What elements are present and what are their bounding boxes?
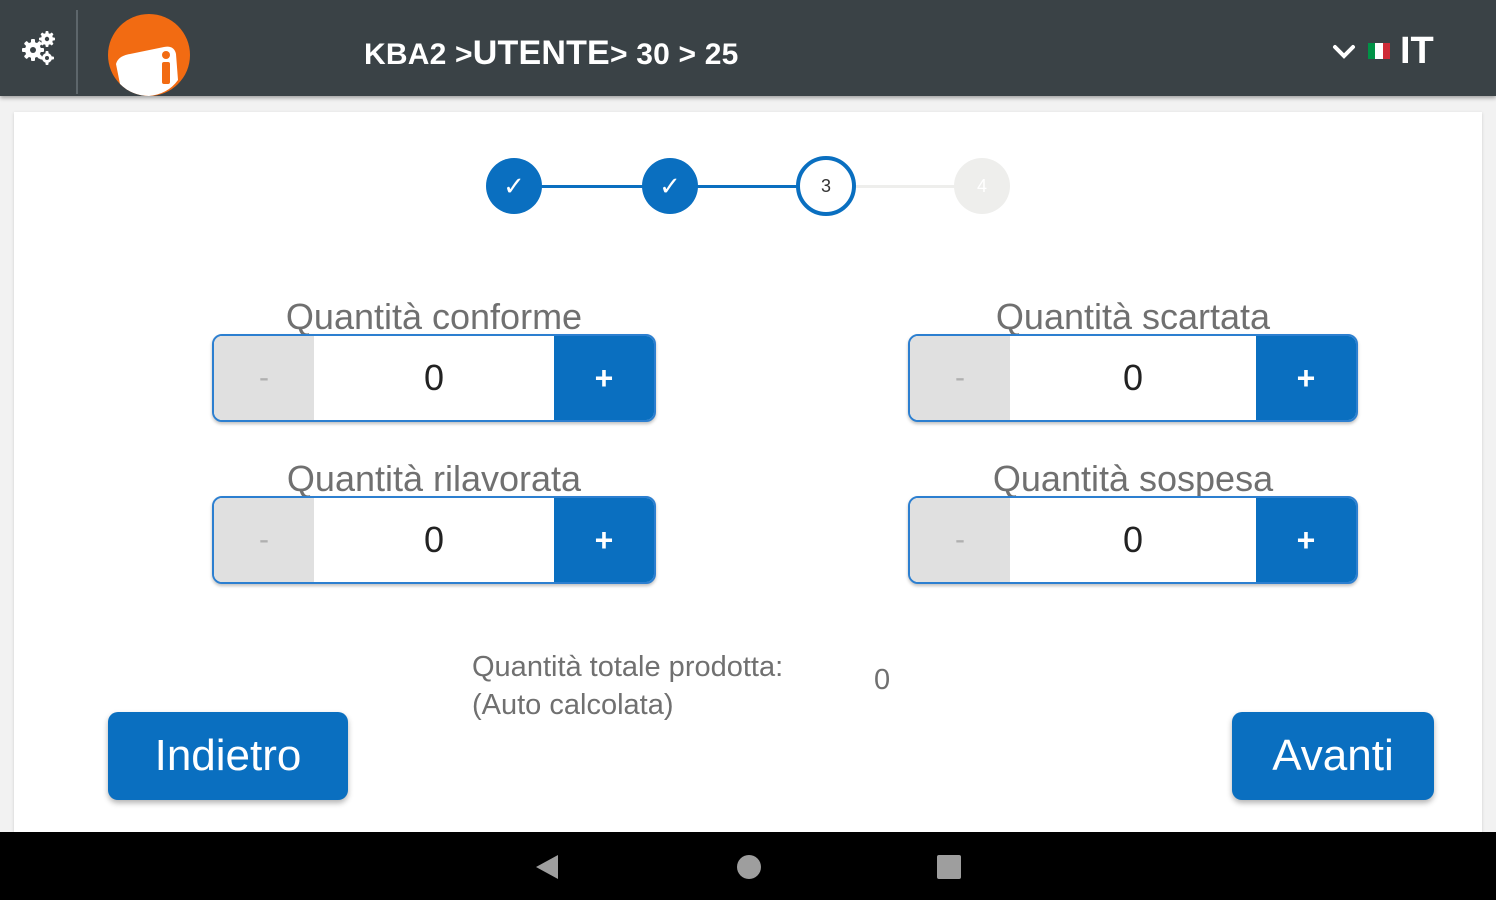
progress-stepper: ✓ ✓ 3 4 <box>14 112 1482 262</box>
triangle-back-icon <box>536 855 558 879</box>
total-label-line2: (Auto calcolata) <box>472 689 674 721</box>
breadcrumb-user: UTENTE <box>472 34 610 72</box>
quantity-stepper: - 0 + <box>908 496 1358 584</box>
step-2: ✓ <box>642 158 698 214</box>
main-card: ✓ ✓ 3 4 Quantità conforme - 0 + Quantità… <box>14 112 1482 832</box>
quantity-stepper: - 0 + <box>908 334 1358 422</box>
quantity-input[interactable]: 0 <box>314 336 554 420</box>
decrement-button[interactable]: - <box>910 498 1010 582</box>
breadcrumb-part: KBA2 > <box>364 38 473 71</box>
app-logo <box>108 14 190 96</box>
system-navigation-bar <box>0 832 1496 900</box>
increment-button[interactable]: + <box>1256 498 1356 582</box>
field-label: Quantità rilavorata <box>286 458 582 499</box>
back-button[interactable]: Indietro <box>108 712 348 800</box>
total-quantity-label: Quantità totale prodotta: (Auto calcolat… <box>472 648 783 724</box>
decrement-button[interactable]: - <box>214 498 314 582</box>
field-label: Quantità sospesa <box>992 458 1274 499</box>
breadcrumb-part: > 30 > 25 <box>609 38 739 71</box>
italy-flag-icon <box>1368 43 1390 59</box>
nav-home-button[interactable] <box>734 852 764 882</box>
settings-button[interactable] <box>0 0 76 96</box>
language-selector[interactable]: IT <box>1330 26 1434 76</box>
increment-button[interactable]: + <box>554 498 654 582</box>
total-label-line1: Quantità totale prodotta: <box>472 651 784 683</box>
next-button[interactable]: Avanti <box>1232 712 1434 800</box>
field-quantita-rilavorata: Quantità rilavorata - 0 + <box>212 458 656 586</box>
quantity-input[interactable]: 0 <box>314 498 554 582</box>
square-recents-icon <box>937 855 961 879</box>
quantity-input[interactable]: 0 <box>1010 498 1256 582</box>
field-label: Quantità scartata <box>995 296 1271 337</box>
decrement-button[interactable]: - <box>214 336 314 420</box>
nav-back-button[interactable] <box>532 852 562 882</box>
language-code: IT <box>1400 29 1434 72</box>
field-quantita-conforme: Quantità conforme - 0 + <box>212 296 656 424</box>
nav-recents-button[interactable] <box>934 852 964 882</box>
increment-button[interactable]: + <box>1256 336 1356 420</box>
quantity-input[interactable]: 0 <box>1010 336 1256 420</box>
field-quantita-scartata: Quantità scartata - 0 + <box>908 296 1358 424</box>
breadcrumb: KBA2 >UTENTE> 30 > 25 <box>364 34 739 73</box>
header-divider <box>76 10 78 94</box>
chevron-down-icon <box>1333 45 1355 59</box>
circle-home-icon <box>737 855 761 879</box>
field-label: Quantità conforme <box>285 296 583 337</box>
gears-icon <box>22 31 55 65</box>
total-quantity-value: 0 <box>874 664 891 696</box>
field-quantita-sospesa: Quantità sospesa - 0 + <box>908 458 1358 586</box>
decrement-button[interactable]: - <box>910 336 1010 420</box>
step-1: ✓ <box>486 158 542 214</box>
top-bar: KBA2 >UTENTE> 30 > 25 IT <box>0 0 1496 96</box>
step-4: 4 <box>954 158 1010 214</box>
step-3: 3 <box>796 156 856 216</box>
app-logo-icon <box>116 46 178 96</box>
quantity-stepper: - 0 + <box>212 496 656 584</box>
increment-button[interactable]: + <box>554 336 654 420</box>
quantity-stepper: - 0 + <box>212 334 656 422</box>
